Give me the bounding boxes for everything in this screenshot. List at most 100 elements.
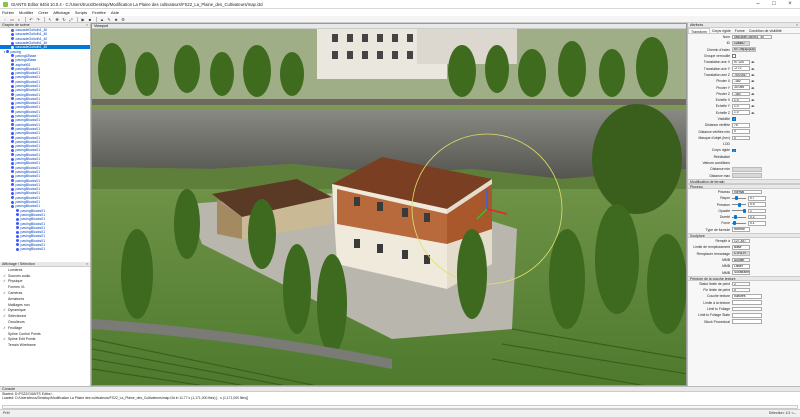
close-icon[interactable]: × [86,23,88,28]
mmb-subtract-select[interactable]: Soustraire [732,270,750,275]
scale-x-label: Echelle X [715,98,730,103]
hardness-slider[interactable] [732,215,746,220]
radius-field[interactable]: 0.7 [748,195,766,201]
minimize-icon[interactable]: – [750,0,766,9]
node-icon [11,80,14,84]
rotate-y-field[interactable]: 30.096 [732,85,750,90]
translate-y-field[interactable]: -2.72 [732,66,750,71]
arrows-icon[interactable]: ◂▸ [751,104,755,108]
move-icon[interactable]: ✥ [54,17,60,22]
open-folder-icon[interactable]: ▭ [9,17,15,22]
translate-z-field[interactable]: -900.857 [732,72,750,78]
rotate-x-field[interactable]: -180 [732,78,750,84]
settings-icon[interactable]: ⚙ [120,17,126,22]
fill-limit-select[interactable]: Base [732,245,750,250]
menu-scripts[interactable]: Scripts [75,10,87,15]
block-procedural-select[interactable] [732,319,762,324]
opacity-slider[interactable] [732,208,746,213]
paint-limit-start-field[interactable]: 2 [732,281,750,287]
max-distance-label: Distance max [709,173,730,178]
scenegraph-tree[interactable]: cascadeGolioth1_4ll cascadeGolioth1_4ll ca… [0,28,90,251]
translate-x-field[interactable]: 97.220 [732,60,750,65]
arrows-icon[interactable]: ◂▸ [751,79,755,83]
fill-to-field[interactable]: 127.357 [732,238,750,244]
rotate-z-field[interactable]: -180 [732,91,750,97]
play-icon[interactable]: ▶ [80,17,86,22]
close-icon[interactable]: × [796,23,798,28]
scene-render[interactable] [92,29,687,386]
scale-z-field[interactable]: 1.0 [732,110,750,115]
name-label: Nom [722,35,730,40]
tab-rigid-body[interactable]: Corps rigide [710,28,733,33]
foliage-icon[interactable]: ♣ [113,17,119,22]
formula-type-select[interactable]: Normal [732,227,750,233]
replace-shortcut: CTRL R [732,251,750,256]
mmb-smooth-select[interactable]: Lisser [732,263,750,269]
pressure-field[interactable]: 0.5 [748,202,766,207]
arrows-icon[interactable]: ◂▸ [751,60,755,64]
object-mask-field[interactable]: 0 [732,135,750,141]
texture-layer-select[interactable]: cultures [732,294,762,299]
strength-field[interactable]: 0.1 [748,221,766,226]
limit-foliage-select[interactable] [732,306,762,312]
save-icon[interactable]: ▪ [16,17,22,22]
display-toggle-label: Occulteurs [8,320,25,325]
menu-create[interactable]: Créer [38,10,48,15]
display-toggle[interactable]: Terrain Wireframe [0,342,90,348]
hardness-field[interactable]: 0.2 [748,214,766,220]
undo-icon[interactable]: ↶ [28,17,34,22]
tab-shape[interactable]: Forme [733,28,747,33]
close-icon[interactable]: × [782,0,798,9]
brush-select[interactable]: normal [732,189,762,195]
locked-group-checkbox[interactable] [732,54,736,58]
node-icon [11,105,14,109]
arrows-icon[interactable]: ◂▸ [751,98,755,102]
rotate-icon[interactable]: ↻ [61,17,67,22]
scale-x-field[interactable]: 1.0 [732,97,750,103]
node-icon [11,183,14,187]
arrows-icon[interactable]: ◂▸ [751,73,755,77]
arrows-icon[interactable]: ◂▸ [751,111,755,115]
arrows-icon[interactable]: ◂▸ [751,67,755,71]
new-file-icon[interactable]: ▫ [2,17,8,22]
rigid-body-checkbox[interactable]: ✓ [732,148,736,153]
pressure-label: Pression [716,202,730,207]
menu-file[interactable]: Fichier [2,10,14,15]
limit-foliage-state-select[interactable] [732,313,762,318]
redo-icon[interactable]: ↷ [35,17,41,22]
opacity-field[interactable]: 1 [748,208,766,214]
name-field[interactable]: cascadeGolioth1_4ll [732,34,772,40]
maximize-icon[interactable]: □ [766,0,782,9]
tab-transform[interactable]: Transform [688,28,710,34]
arrows-icon[interactable]: ◂▸ [751,92,755,96]
limit-texture-select[interactable] [732,300,762,306]
tree-item[interactable]: pavingBlocks01 [0,247,90,251]
stop-icon[interactable]: ■ [87,17,93,22]
paint-limit-start-label: Statut limite de peint [699,281,730,286]
menu-help[interactable]: Aide [111,10,119,15]
terrain-icon[interactable]: ▲ [99,17,105,22]
menu-edit[interactable]: Modifier [19,10,33,15]
menu-window[interactable]: Fenêtre [92,10,106,15]
radius-slider[interactable] [732,196,746,201]
select-icon[interactable]: ↖ [47,17,53,22]
limit-foliage-label: Limit to Foliage [707,307,730,312]
paint-icon[interactable]: ✎ [106,17,112,22]
node-icon [16,222,19,225]
menu-view[interactable]: Affichage [53,10,70,15]
paint-limit-end-field[interactable]: 0 [732,287,750,293]
min-clip-distance-field[interactable]: 0 [732,129,750,134]
mmb-add-select[interactable]: Ajouter [732,257,750,263]
min-distance-field[interactable] [732,167,762,172]
clip-distance-field[interactable]: 75 [732,123,750,128]
arrows-icon[interactable]: ◂▸ [751,86,755,90]
max-distance-field[interactable] [732,173,762,178]
scale-icon[interactable]: ⤢ [68,17,74,22]
close-icon[interactable]: × [86,262,88,267]
pressure-slider[interactable] [732,202,746,207]
viewport[interactable]: Viewport [91,23,687,386]
tab-visibility-condition[interactable]: Condition de visibilité [747,28,784,33]
strength-slider[interactable] [732,221,746,226]
scale-y-field[interactable]: 1.0 [732,104,750,109]
visibility-checkbox[interactable]: ✓ [732,117,736,121]
